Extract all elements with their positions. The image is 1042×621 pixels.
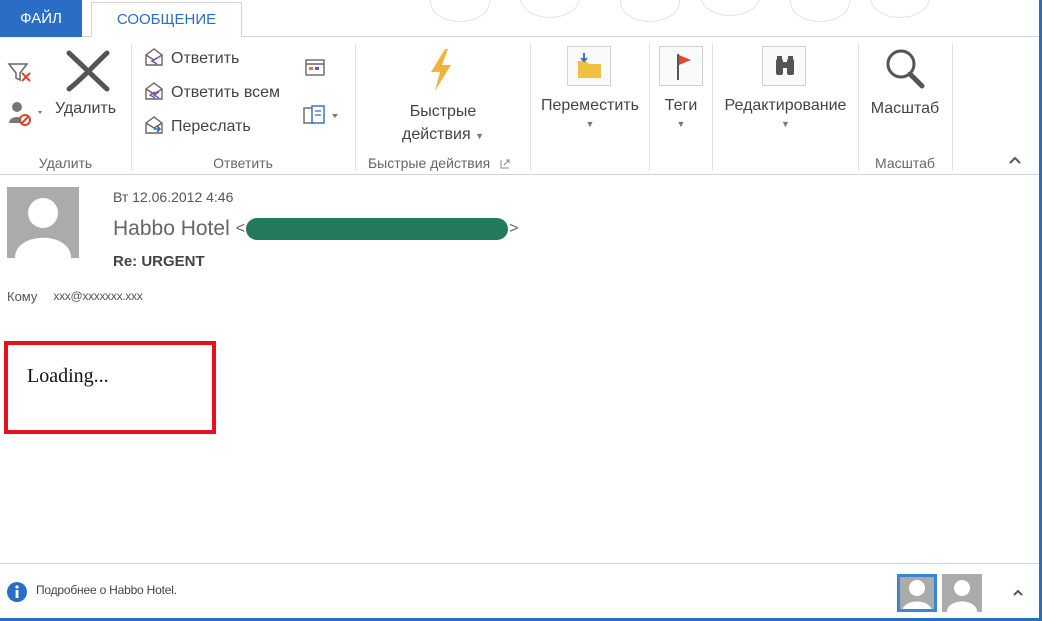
ignore-icon[interactable] bbox=[6, 59, 34, 85]
reply-all-icon bbox=[143, 80, 165, 107]
people-pane: Подробнее о Habbo Hotel. bbox=[0, 563, 1039, 618]
forward-icon bbox=[143, 114, 165, 141]
to-label: Кому bbox=[7, 289, 38, 304]
tags-label: Теги bbox=[664, 97, 698, 114]
quick-steps-line2: действия ▼ bbox=[402, 126, 484, 143]
zoom-button[interactable]: Масштаб bbox=[859, 100, 951, 118]
chevron-down-icon: ▼ bbox=[781, 119, 790, 129]
message-window: ФАЙЛ СООБЩЕНИЕ Удалить Удалить Ответить … bbox=[0, 0, 1042, 621]
forward-label: Переслать bbox=[171, 118, 251, 135]
ribbon-tabstrip: ФАЙЛ СООБЩЕНИЕ bbox=[0, 0, 1039, 38]
decor-swirl bbox=[520, 0, 580, 18]
move-folder-icon[interactable] bbox=[567, 46, 611, 86]
collapse-ribbon-icon[interactable] bbox=[1007, 152, 1023, 168]
reply-all-label: Ответить всем bbox=[171, 84, 281, 101]
decor-swirl bbox=[430, 0, 490, 22]
quick-steps-group: Быстрые действия ▼ Быстрые действия bbox=[356, 37, 530, 175]
respond-group: Ответить Ответить всем Переслать Ответит… bbox=[132, 37, 354, 175]
people-avatar-selected[interactable] bbox=[897, 574, 937, 612]
move-label: Переместить bbox=[540, 97, 640, 114]
delete-button[interactable]: Удалить bbox=[55, 100, 116, 118]
sender-line: Habbo Hotel < > bbox=[113, 217, 518, 241]
decor-swirl bbox=[790, 0, 850, 22]
reply-button[interactable]: Ответить bbox=[143, 46, 239, 72]
sender-avatar bbox=[7, 187, 79, 258]
sender-bracket-close: > bbox=[509, 220, 519, 237]
lightning-icon[interactable] bbox=[426, 47, 456, 93]
tab-file[interactable]: ФАЙЛ bbox=[0, 0, 82, 37]
highlighted-loading-box: Loading... bbox=[4, 341, 216, 434]
tags-button[interactable]: Теги ▼ bbox=[650, 97, 712, 129]
binoculars-icon[interactable] bbox=[762, 46, 806, 86]
ribbon-separator bbox=[952, 43, 953, 171]
chevron-down-icon: ▼ bbox=[585, 119, 595, 129]
people-avatar[interactable] bbox=[942, 574, 982, 612]
move-button[interactable]: Переместить ▼ bbox=[531, 97, 649, 129]
reply-label: Ответить bbox=[171, 50, 240, 67]
expand-people-pane-icon[interactable] bbox=[1011, 586, 1025, 598]
meeting-icon[interactable] bbox=[304, 57, 328, 79]
flag-icon[interactable] bbox=[659, 46, 703, 86]
quick-steps-button[interactable]: Быстрые действия ▼ bbox=[356, 100, 530, 148]
quick-steps-group-label: Быстрые действия bbox=[356, 155, 530, 171]
chevron-down-icon: ▼ bbox=[676, 119, 686, 129]
more-respond-icon[interactable] bbox=[302, 104, 342, 128]
message-date: Вт 12.06.2012 4:46 bbox=[113, 189, 234, 205]
ribbon: Удалить Удалить Ответить Ответить всем П… bbox=[0, 37, 1039, 175]
editing-button[interactable]: Редактирование ▼ bbox=[713, 97, 858, 129]
info-icon bbox=[6, 581, 28, 603]
decor-swirl bbox=[700, 0, 760, 16]
quick-steps-line1: Быстрые bbox=[409, 103, 477, 120]
chevron-down-icon: ▼ bbox=[475, 131, 484, 141]
info-text[interactable]: Подробнее о Habbo Hotel. bbox=[36, 583, 177, 597]
tags-group: Теги ▼ bbox=[650, 37, 712, 175]
zoom-group-label: Масштаб bbox=[875, 155, 935, 171]
sender-bracket-open: < bbox=[235, 220, 246, 237]
forward-button[interactable]: Переслать bbox=[143, 114, 251, 140]
to-row: Кому xxx@xxxxxxx.xxx bbox=[7, 289, 143, 304]
junk-icon[interactable] bbox=[6, 99, 46, 127]
reply-all-button[interactable]: Ответить всем bbox=[143, 80, 280, 106]
to-address[interactable]: xxx@xxxxxxx.xxx bbox=[53, 289, 142, 304]
delete-group: Удалить Удалить bbox=[0, 37, 131, 175]
delete-group-label: Удалить bbox=[38, 155, 93, 171]
tab-message[interactable]: СООБЩЕНИЕ bbox=[91, 2, 242, 38]
decor-swirl bbox=[870, 0, 930, 18]
reply-icon bbox=[143, 46, 165, 73]
magnifier-icon[interactable] bbox=[882, 45, 928, 91]
zoom-group: Масштаб Масштаб bbox=[859, 37, 951, 175]
sender-name[interactable]: Habbo Hotel bbox=[113, 217, 230, 241]
editing-label: Редактирование bbox=[724, 97, 847, 114]
redacted-email bbox=[246, 218, 509, 240]
message-subject: Re: URGENT bbox=[113, 253, 205, 270]
delete-x-icon[interactable] bbox=[64, 49, 112, 93]
respond-group-label: Ответить bbox=[213, 155, 273, 171]
move-group: Переместить ▼ bbox=[531, 37, 649, 175]
decor-swirl bbox=[620, 0, 680, 22]
loading-text: Loading... bbox=[27, 365, 109, 387]
editing-group: Редактирование ▼ bbox=[713, 37, 858, 175]
dialog-launcher-icon[interactable] bbox=[500, 156, 510, 169]
